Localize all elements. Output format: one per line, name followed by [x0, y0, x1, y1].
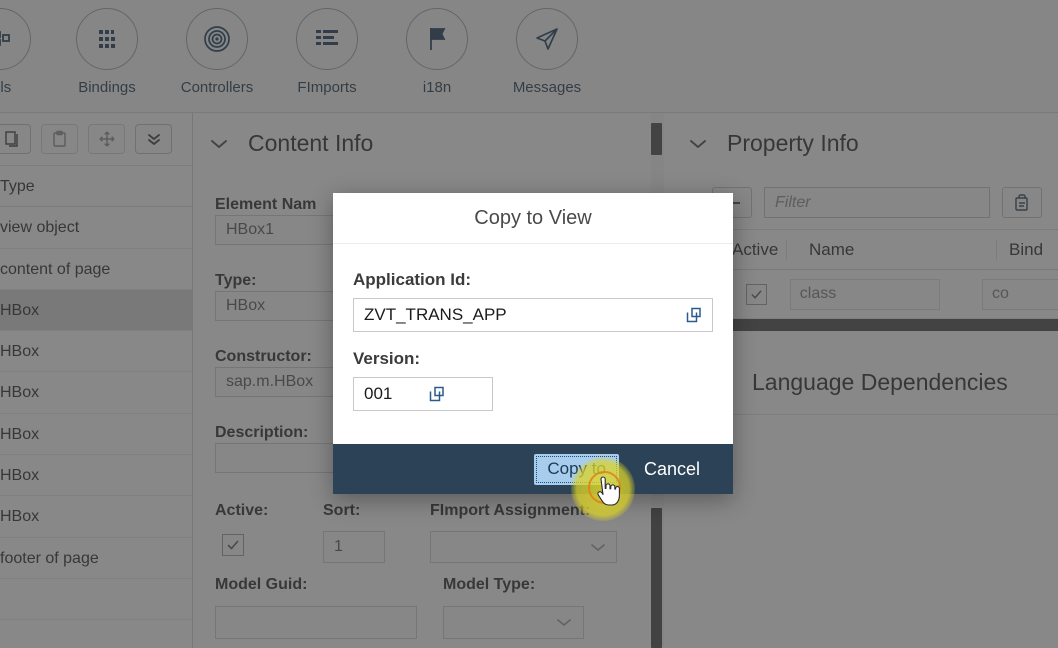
copy-to-button[interactable]: Copy to [534, 453, 619, 485]
screen: lels Bindings [0, 0, 1058, 648]
dialog-body: Application Id: ZVT_TRANS_APP Version: 0… [333, 244, 733, 444]
value-help-icon[interactable] [428, 385, 446, 403]
copy-to-view-dialog: Copy to View Application Id: ZVT_TRANS_A… [333, 193, 733, 494]
version-field[interactable]: 001 [353, 377, 493, 411]
application-id-field[interactable]: ZVT_TRANS_APP [353, 298, 713, 332]
dialog-title: Copy to View [333, 193, 733, 244]
value-help-icon[interactable] [685, 306, 703, 324]
application-id-value: ZVT_TRANS_APP [364, 305, 507, 324]
application-id-label: Application Id: [353, 270, 472, 289]
version-label: Version: [353, 349, 421, 368]
cancel-button[interactable]: Cancel [633, 454, 711, 485]
version-value: 001 [364, 384, 393, 403]
dialog-footer: Copy to Cancel [333, 444, 733, 494]
